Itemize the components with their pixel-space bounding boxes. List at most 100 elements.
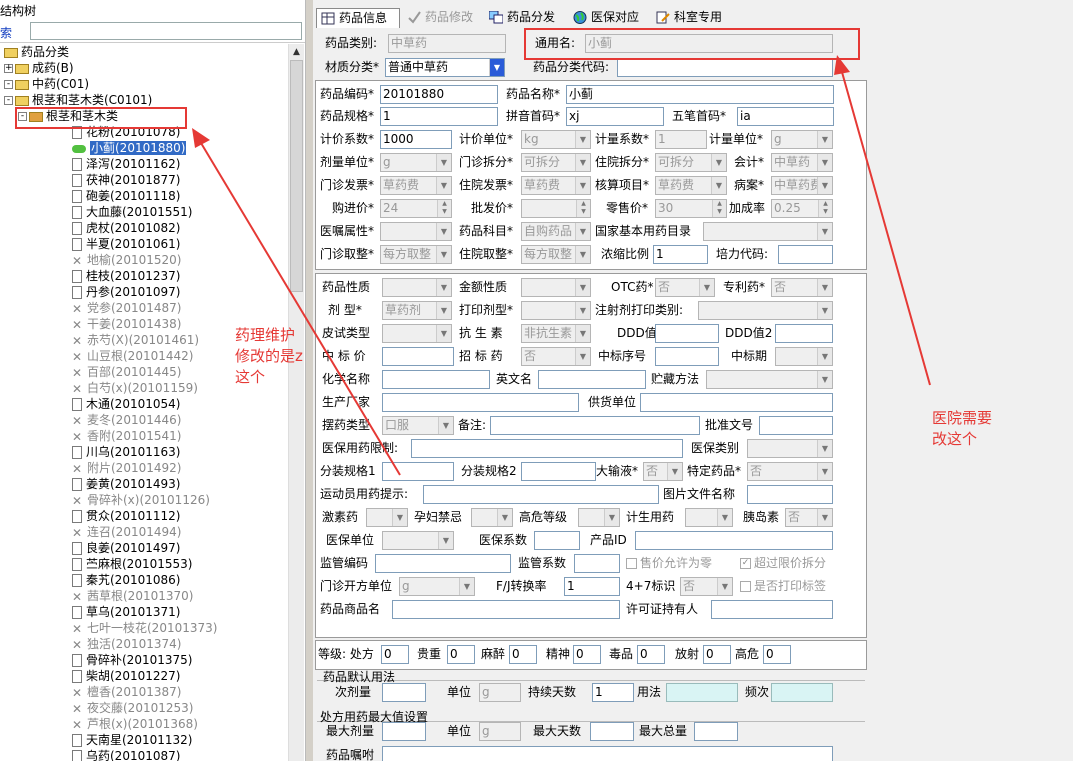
- dropdown-arrow-icon[interactable]: ▼: [459, 578, 474, 595]
- infusion-select[interactable]: 否 ▼: [643, 462, 683, 481]
- splitter[interactable]: [305, 0, 313, 761]
- dropdown-arrow-icon[interactable]: ▼: [438, 532, 453, 549]
- athlete-tip-field[interactable]: [423, 485, 659, 504]
- tree-node[interactable]: - 根茎和茎木类(C0101): [4, 92, 152, 108]
- dropdown-arrow-icon[interactable]: ▼: [817, 348, 832, 365]
- expand-toggle-icon[interactable]: +: [4, 64, 13, 73]
- tab-drug-info[interactable]: 药品信息: [316, 8, 400, 28]
- category-field[interactable]: 中草药: [388, 34, 506, 53]
- dropdown-arrow-icon[interactable]: ▼: [817, 177, 832, 194]
- brand-name-field[interactable]: [392, 600, 620, 619]
- tree-node[interactable]: ✕ 赤芍(X)(20101461): [72, 332, 199, 348]
- checkbox-icon[interactable]: [626, 558, 637, 569]
- max-total-field[interactable]: [694, 722, 738, 741]
- measure-coef-field[interactable]: 1: [655, 130, 707, 149]
- skin-test-select[interactable]: ▼: [382, 324, 452, 343]
- audit-item-select[interactable]: 草药费 ▼: [655, 176, 727, 195]
- duration-days-field[interactable]: 1: [592, 683, 634, 702]
- amount-select[interactable]: ▼: [521, 278, 591, 297]
- usage-field[interactable]: [666, 683, 738, 702]
- max-dose-field[interactable]: [382, 722, 426, 741]
- english-name-field[interactable]: [538, 370, 646, 389]
- wubi-field[interactable]: ia: [737, 107, 834, 126]
- material-select[interactable]: 普通中草药 ▼: [385, 58, 505, 77]
- dropdown-arrow-icon[interactable]: ▼: [817, 302, 832, 319]
- dropdown-arrow-icon[interactable]: ▼: [817, 131, 832, 148]
- ddd-field[interactable]: [655, 324, 719, 343]
- insurance-unit-select[interactable]: ▼: [382, 531, 454, 550]
- wholesale-price-field[interactable]: ▲ ▼: [521, 199, 591, 218]
- ip-split-select[interactable]: 可拆分 ▼: [655, 153, 727, 172]
- op-rx-unit-select[interactable]: g ▼: [399, 577, 475, 596]
- dropdown-arrow-icon[interactable]: ▼: [436, 302, 451, 319]
- nature-select[interactable]: ▼: [382, 278, 452, 297]
- note-field[interactable]: [490, 416, 700, 435]
- tree-node[interactable]: 天南星(20101132): [72, 732, 192, 748]
- license-holder-field[interactable]: [711, 600, 833, 619]
- ip-invoice-select[interactable]: 草药费 ▼: [521, 176, 591, 195]
- dropdown-arrow-icon[interactable]: ▼: [817, 154, 832, 171]
- tree-node[interactable]: ✕ 七叶一枝花(20101373): [72, 620, 217, 636]
- drug-name-field[interactable]: 小蓟: [566, 85, 834, 104]
- dropdown-arrow-icon[interactable]: ▼: [497, 509, 512, 526]
- checkbox-icon[interactable]: [740, 581, 751, 592]
- product-id-field[interactable]: [635, 531, 833, 550]
- tab-insurance-map[interactable]: 医保对应: [569, 8, 649, 28]
- danger-field[interactable]: 0: [763, 645, 791, 664]
- dropdown-arrow-icon[interactable]: ▼: [817, 279, 832, 296]
- antibiotic-select[interactable]: 非抗生素 ▼: [521, 324, 591, 343]
- tree-node[interactable]: 苎麻根(20101553): [72, 556, 192, 572]
- tree-node[interactable]: 砲姜(20101118): [72, 188, 180, 204]
- tree-node[interactable]: 茯神(20101877): [72, 172, 180, 188]
- chem-name-field[interactable]: [382, 370, 490, 389]
- dropdown-arrow-icon[interactable]: ▼: [817, 371, 832, 388]
- dropdown-arrow-icon[interactable]: ▼: [438, 417, 453, 434]
- dropdown-arrow-icon[interactable]: ▼: [436, 279, 451, 296]
- dropdown-arrow-icon[interactable]: ▼: [817, 440, 832, 457]
- dropdown-arrow-icon[interactable]: ▼: [575, 279, 590, 296]
- spinner-icon[interactable]: ▲ ▼: [437, 200, 451, 217]
- spinner-icon[interactable]: ▲ ▼: [576, 200, 590, 217]
- tree-node[interactable]: ✕ 麦冬(20101446): [72, 412, 181, 428]
- op-split-select[interactable]: 可拆分 ▼: [521, 153, 591, 172]
- dropdown-arrow-icon[interactable]: ▼: [667, 463, 682, 480]
- supplier-field[interactable]: [640, 393, 833, 412]
- tree-node[interactable]: 柴胡(20101227): [72, 668, 180, 684]
- print-label-checkbox[interactable]: 是否打印标签: [740, 577, 826, 596]
- special-drug-select[interactable]: 否 ▼: [747, 462, 833, 481]
- dropdown-arrow-icon[interactable]: ▼: [575, 348, 590, 365]
- dropdown-arrow-icon[interactable]: ▼: [436, 325, 451, 342]
- dose-unit-select[interactable]: g ▼: [380, 153, 452, 172]
- insurance-coef-field[interactable]: [534, 531, 580, 550]
- tree-search-input[interactable]: [30, 22, 302, 40]
- tree-node[interactable]: 草乌(20101371): [72, 604, 180, 620]
- tree-node[interactable]: 虎杖(20101082): [72, 220, 180, 236]
- dropdown-arrow-icon[interactable]: ▼: [575, 325, 590, 342]
- tree-node[interactable]: 小蓟(20101880): [72, 140, 187, 156]
- dropdown-arrow-icon[interactable]: ▼: [817, 509, 832, 526]
- default-dose-field[interactable]: [382, 683, 426, 702]
- tree-node[interactable]: ✕ 檀香(20101387): [72, 684, 181, 700]
- dropdown-arrow-icon[interactable]: ▼: [575, 154, 590, 171]
- tree-node[interactable]: ✕ 连召(20101494): [72, 524, 181, 540]
- spinner-icon[interactable]: ▲ ▼: [712, 200, 726, 217]
- purchase-price-field[interactable]: 24 ▲ ▼: [380, 199, 452, 218]
- birth-control-select[interactable]: ▼: [685, 508, 733, 527]
- dropdown-arrow-icon[interactable]: ▼: [699, 279, 714, 296]
- dropdown-arrow-icon[interactable]: ▼: [575, 177, 590, 194]
- pregnancy-select[interactable]: ▼: [471, 508, 513, 527]
- tree-node[interactable]: 川乌(20101163): [72, 444, 180, 460]
- tree-node[interactable]: 木通(20101054): [72, 396, 180, 412]
- dropdown-arrow-icon[interactable]: ▼: [436, 246, 451, 263]
- allow-zero-checkbox[interactable]: 售价允许为零: [626, 554, 712, 573]
- accounting-select[interactable]: 中草药 ▼: [771, 153, 833, 172]
- drug-category-tree[interactable]: 药品分类 + 成药(B) - 中药(C01) - 根茎和茎木类(C0101) - 根茎和茎木类花…: [0, 44, 288, 761]
- form-select[interactable]: 草药剂 ▼: [382, 301, 452, 320]
- insurance-type-select[interactable]: ▼: [747, 439, 833, 458]
- max-unit-field[interactable]: g: [479, 722, 521, 741]
- tree-node[interactable]: 良姜(20101497): [72, 540, 180, 556]
- tree-node[interactable]: ✕ 独活(20101374): [72, 636, 181, 652]
- op-rounding-select[interactable]: 每方取整 ▼: [380, 245, 452, 264]
- tree-node[interactable]: 姜黄(20101493): [72, 476, 180, 492]
- dropdown-arrow-icon[interactable]: ▼: [392, 509, 407, 526]
